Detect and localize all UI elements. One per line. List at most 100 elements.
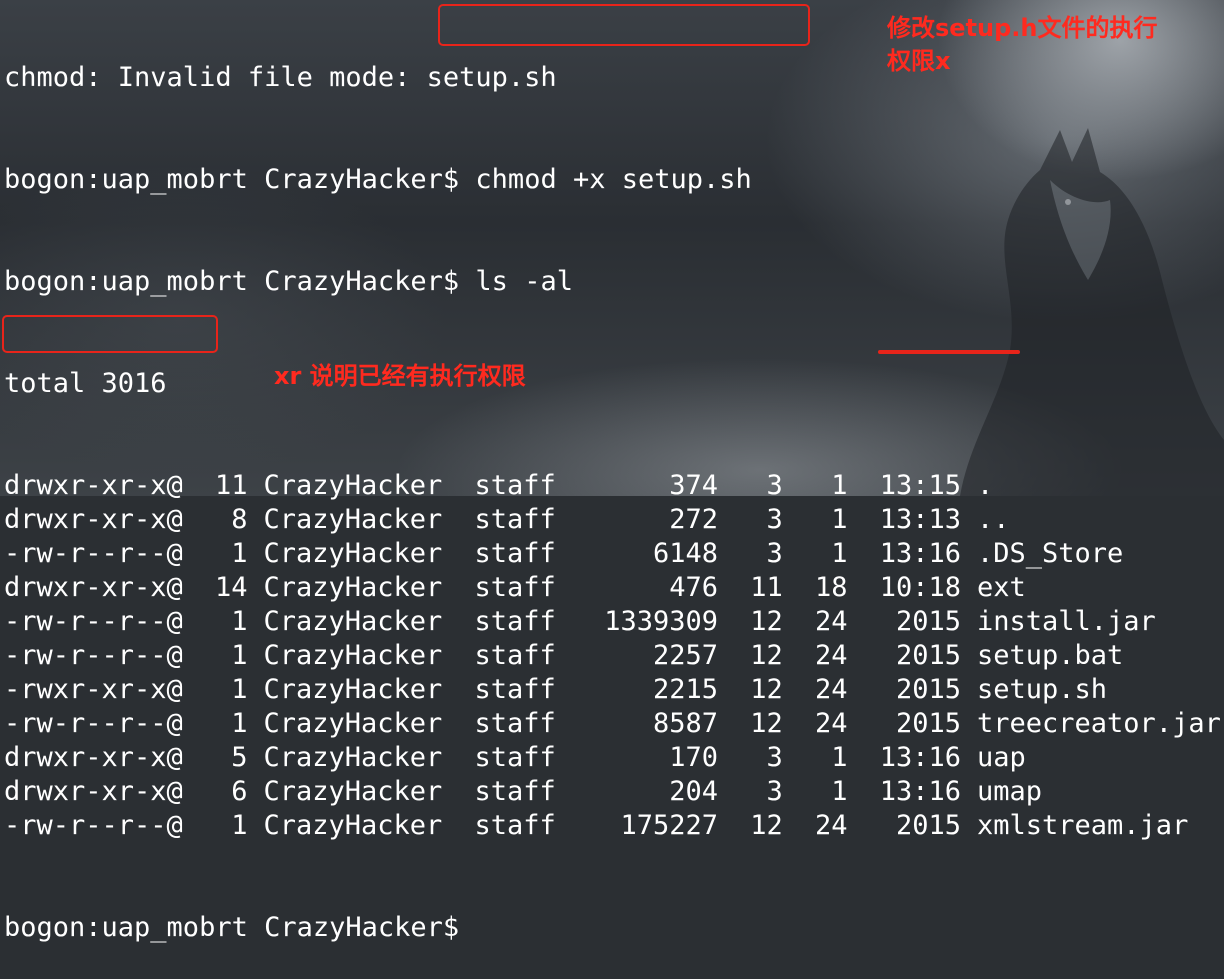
time-or-year: 2015 bbox=[895, 708, 961, 739]
file-row: drwxr-xr-x@ 11 CrazyHacker staff 374 3 1… bbox=[4, 469, 1224, 503]
permissions: -rw-r--r--@ bbox=[4, 708, 183, 739]
partial-prompt-text: bogon:uap_mobrt CrazyHacker$ bbox=[4, 912, 476, 943]
permissions: drwxr-xr-x@ bbox=[4, 572, 183, 603]
command-text-ls: ls -al bbox=[475, 266, 573, 297]
file-row: -rw-r--r--@ 1 CrazyHacker staff 2257 12 … bbox=[4, 639, 1224, 673]
shell-prompt: bogon:uap_mobrt CrazyHacker$ bbox=[4, 164, 460, 195]
file-size: 8587 bbox=[652, 708, 718, 739]
time-or-year: 13:16 bbox=[879, 742, 961, 773]
file-name: . bbox=[977, 470, 994, 501]
permissions: -rw-r--r--@ bbox=[4, 810, 183, 841]
day: 24 bbox=[814, 606, 848, 637]
file-name: install.jar bbox=[977, 606, 1156, 637]
file-size: 374 bbox=[669, 470, 718, 501]
day: 1 bbox=[831, 504, 848, 535]
time-or-year: 2015 bbox=[895, 810, 961, 841]
group: staff bbox=[474, 504, 556, 535]
command-text-chmod: chmod +x setup.sh bbox=[475, 164, 752, 195]
file-size: 1339309 bbox=[604, 606, 718, 637]
owner: CrazyHacker bbox=[263, 470, 443, 501]
file-row: -rwxr-xr-x@ 1 CrazyHacker staff 2215 12 … bbox=[4, 673, 1224, 707]
permissions: drwxr-xr-x@ bbox=[4, 504, 183, 535]
link-count: 1 bbox=[231, 606, 248, 637]
month: 12 bbox=[750, 640, 783, 671]
month: 3 bbox=[766, 470, 783, 501]
time-or-year: 13:15 bbox=[879, 470, 961, 501]
month: 12 bbox=[750, 810, 783, 841]
group: staff bbox=[474, 674, 556, 705]
link-count: 1 bbox=[231, 640, 248, 671]
day: 24 bbox=[814, 674, 848, 705]
link-count: 5 bbox=[231, 742, 248, 773]
month: 11 bbox=[750, 572, 783, 603]
link-count: 1 bbox=[231, 810, 248, 841]
owner: CrazyHacker bbox=[263, 776, 443, 807]
owner: CrazyHacker bbox=[263, 640, 443, 671]
time-or-year: 2015 bbox=[895, 606, 961, 637]
link-count: 8 bbox=[231, 504, 248, 535]
file-name: treecreator.jar bbox=[977, 708, 1221, 739]
file-size: 272 bbox=[669, 504, 718, 535]
owner: CrazyHacker bbox=[263, 606, 443, 637]
month: 3 bbox=[766, 742, 783, 773]
month: 3 bbox=[766, 776, 783, 807]
permissions: -rwxr-xr-x@ bbox=[4, 674, 183, 705]
permissions: -rw-r--r--@ bbox=[4, 538, 183, 569]
time-or-year: 2015 bbox=[895, 674, 961, 705]
time-or-year: 13:16 bbox=[879, 776, 961, 807]
month: 12 bbox=[750, 708, 783, 739]
day: 1 bbox=[831, 470, 848, 501]
partial-line-text: chmod: Invalid file mode: setup.sh bbox=[4, 62, 557, 93]
terminal-line-command-ls: bogon:uap_mobrt CrazyHacker$ ls -al bbox=[4, 265, 1224, 299]
file-size: 175227 bbox=[620, 810, 718, 841]
terminal-output: chmod: Invalid file mode: setup.sh bogon… bbox=[4, 0, 1224, 979]
file-row: -rw-r--r--@ 1 CrazyHacker staff 1339309 … bbox=[4, 605, 1224, 639]
file-row: drwxr-xr-x@ 14 CrazyHacker staff 476 11 … bbox=[4, 571, 1224, 605]
permissions: -rw-r--r--@ bbox=[4, 640, 183, 671]
file-size: 204 bbox=[669, 776, 718, 807]
group: staff bbox=[474, 708, 556, 739]
group: staff bbox=[474, 470, 556, 501]
file-name: xmlstream.jar bbox=[977, 810, 1189, 841]
file-size: 6148 bbox=[652, 538, 718, 569]
link-count: 14 bbox=[214, 572, 248, 603]
file-name: setup.sh bbox=[977, 674, 1108, 705]
total-blocks-text: total 3016 bbox=[4, 368, 167, 399]
file-size: 2215 bbox=[652, 674, 718, 705]
file-row: -rw-r--r--@ 1 CrazyHacker staff 8587 12 … bbox=[4, 707, 1224, 741]
file-name: setup.bat bbox=[977, 640, 1124, 671]
month: 12 bbox=[750, 674, 783, 705]
file-name: .DS_Store bbox=[977, 538, 1124, 569]
permission-highlight-box bbox=[2, 315, 218, 353]
owner: CrazyHacker bbox=[263, 708, 443, 739]
link-count: 11 bbox=[214, 470, 248, 501]
day: 1 bbox=[831, 742, 848, 773]
permissions: drwxr-xr-x@ bbox=[4, 742, 183, 773]
link-count: 1 bbox=[231, 538, 248, 569]
file-name: umap bbox=[977, 776, 1043, 807]
shell-prompt: bogon:uap_mobrt CrazyHacker$ bbox=[4, 266, 460, 297]
day: 24 bbox=[814, 640, 848, 671]
file-row: drwxr-xr-x@ 8 CrazyHacker staff 272 3 1 … bbox=[4, 503, 1224, 537]
day: 18 bbox=[814, 572, 848, 603]
annotation-xr-note: xr 说明已经有执行权限 bbox=[274, 362, 526, 390]
day: 1 bbox=[831, 776, 848, 807]
time-or-year: 13:13 bbox=[879, 504, 961, 535]
owner: CrazyHacker bbox=[263, 572, 443, 603]
time-or-year: 13:16 bbox=[879, 538, 961, 569]
month: 12 bbox=[750, 606, 783, 637]
file-name: uap bbox=[977, 742, 1026, 773]
file-size: 170 bbox=[669, 742, 718, 773]
file-row: drwxr-xr-x@ 6 CrazyHacker staff 204 3 1 … bbox=[4, 775, 1224, 809]
time-or-year: 2015 bbox=[895, 640, 961, 671]
file-name: .. bbox=[977, 504, 1010, 535]
terminal-line-bottom-partial: bogon:uap_mobrt CrazyHacker$ bbox=[4, 911, 1224, 945]
owner: CrazyHacker bbox=[263, 810, 443, 841]
file-name: ext bbox=[977, 572, 1026, 603]
setup-sh-underline bbox=[878, 350, 1020, 354]
chmod-command-highlight-box bbox=[438, 4, 810, 46]
link-count: 1 bbox=[231, 674, 248, 705]
group: staff bbox=[474, 810, 556, 841]
annotation-chmod-note: 修改setup.h文件的执行权限x bbox=[887, 14, 1158, 75]
month: 3 bbox=[766, 504, 783, 535]
